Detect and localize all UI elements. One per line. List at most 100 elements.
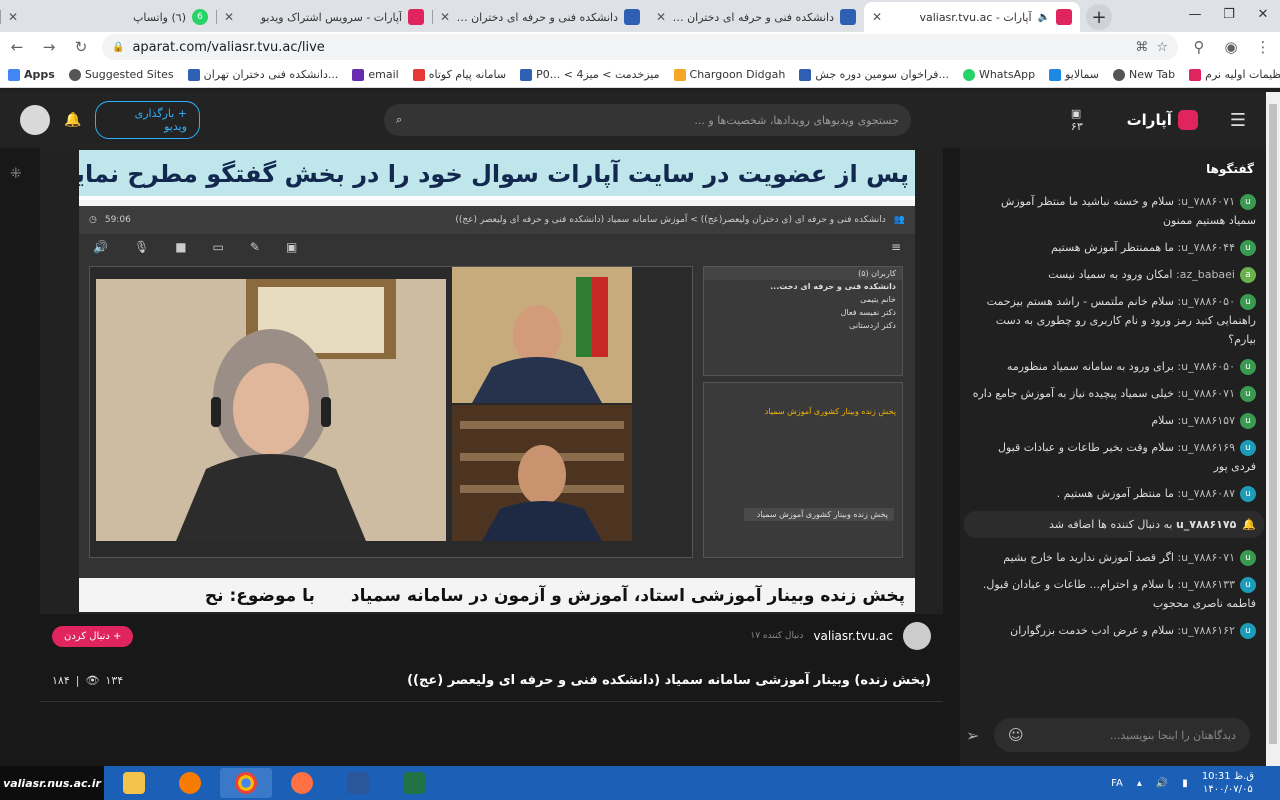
tray-arrow-icon[interactable]: ▴ [1137, 778, 1142, 789]
channel-info: ۱۷ دنبال کننده valiasr.tvu.ac [750, 622, 931, 650]
excel-button[interactable] [388, 768, 440, 798]
close-window-icon[interactable]: ✕ [1246, 0, 1280, 28]
participant-woman [96, 279, 446, 541]
upload-video-button[interactable]: + بارگذاری ویدیو [95, 101, 201, 139]
room-toolbar: 🔊 🎙 ■ ▭ ✎ ▣ ≡ [79, 234, 915, 260]
maximize-icon[interactable]: ❐ [1212, 0, 1246, 28]
page-scrollbar[interactable] [1266, 92, 1280, 766]
forward-icon[interactable]: → [38, 38, 60, 56]
translate-icon[interactable]: ⌘ [1135, 40, 1148, 55]
close-icon[interactable]: ✕ [8, 10, 18, 24]
chat-message: uu_۷۸۸۶۰۸۷: ما منتظر آموزش هستیم . [972, 484, 1256, 503]
room-topbar: 👥 دانشکده فنی و حرفه ای (ی دختران ولیعصر… [79, 206, 915, 234]
extensions-icon[interactable]: ⚲ [1188, 38, 1210, 56]
video-stats: ۱۸۴ | 👁 ۱۳۴ [52, 674, 124, 687]
user-avatar[interactable] [20, 105, 50, 135]
folder-icon [123, 772, 145, 794]
aparat-logo[interactable]: آپارات [1127, 110, 1198, 130]
app-button[interactable] [276, 768, 328, 798]
user-avatar-icon: u [1240, 240, 1256, 256]
search-input[interactable]: جستجوی ویدیوهای رویدادها، شخصیت‌ها و ...… [384, 104, 911, 136]
chat-input[interactable]: دیدگاهتان را اینجا بنویسید... ☺ [994, 718, 1250, 752]
close-icon[interactable]: ✕ [656, 10, 666, 24]
bookmark-apps[interactable]: Apps [8, 68, 55, 81]
minimize-icon[interactable]: — [1178, 0, 1212, 28]
channel-name[interactable]: valiasr.tvu.ac [813, 629, 893, 643]
back-icon[interactable]: ← [6, 38, 28, 56]
close-icon[interactable]: ✕ [224, 10, 234, 24]
new-tab-button[interactable]: + [1086, 4, 1112, 30]
search-icon[interactable]: ⌕ [396, 113, 402, 127]
close-icon[interactable]: ✕ [440, 10, 450, 24]
emoji-icon[interactable]: ☺ [1008, 726, 1024, 744]
bookmark-tvu-tehran[interactable]: دانشکده فنی دختران تهران... [187, 68, 338, 81]
tab-tvu-1[interactable]: دانشکده فنی و حرفه ای دختران ولیعصر(عج)✕ [432, 2, 648, 32]
chat-message: uu_۷۸۸۶۰۵۰: سلام خانم ملتمس - راشد هستم … [986, 294, 1256, 346]
participant-man-1 [452, 267, 632, 403]
user-avatar-icon: u [1240, 194, 1256, 210]
browser-tab-bar: 6 (٦) واتساپ ✕ آپارات - سرویس اشتراک ویدیو… [0, 0, 1280, 32]
scrollbar-thumb[interactable] [1269, 104, 1277, 744]
channel-row: + دنبال کردن ۱۷ دنبال کننده valiasr.tvu.… [40, 618, 943, 654]
stream-banner: پس از عضویت در سایت آپارات سوال خود را د… [79, 150, 915, 200]
bell-icon[interactable]: 🔔 [64, 112, 81, 128]
theater-mode-icon[interactable]: ⁜ [10, 166, 22, 182]
follow-button[interactable]: + دنبال کردن [52, 625, 134, 647]
file-explorer-button[interactable] [108, 768, 160, 798]
chat-message: uu_۷۸۸۶۱۵۷: سلام [972, 411, 1256, 430]
close-icon[interactable]: ✕ [872, 10, 882, 24]
bookmark-sms[interactable]: سامانه پیام کوتاه [412, 68, 506, 81]
bookmark-desk[interactable]: P0... < میزخدمت > میز4 [520, 68, 660, 81]
media-player-icon [179, 772, 201, 794]
meeting-icon [624, 9, 640, 25]
media-player-button[interactable] [164, 768, 216, 798]
bookmark-didgah[interactable]: Chargoon Didgah [673, 68, 785, 81]
star-icon[interactable]: ☆ [1156, 40, 1168, 55]
url-bar[interactable]: 🔒 aparat.com/valiasr.tvu.ac/live ⌘ ☆ [102, 34, 1178, 60]
menu-kebab-icon[interactable]: ⋮ [1252, 38, 1274, 56]
volume-icon[interactable]: 🔊 [1156, 778, 1168, 789]
bookmark-setup[interactable]: آموزش تنظیمات اولیه نرم... [1189, 68, 1280, 81]
network-icon[interactable]: ▮ [1182, 778, 1188, 789]
user-avatar-icon: u [1240, 623, 1256, 639]
reload-icon[interactable]: ↻ [70, 38, 92, 56]
excel-icon [403, 772, 425, 794]
video-grid [89, 266, 693, 558]
main-content: ⁜ پس از عضویت در سایت آپارات سوال خود را… [0, 148, 960, 766]
bookmark-suggested[interactable]: Suggested Sites [68, 68, 174, 81]
chrome-button[interactable] [220, 768, 272, 798]
bookmark-whatsapp[interactable]: WhatsApp [962, 68, 1035, 81]
send-icon[interactable]: ➢ [966, 726, 979, 745]
word-icon [347, 772, 369, 794]
bookmark-email[interactable]: email [352, 68, 399, 81]
views-count: ۱۳۴ [105, 674, 124, 687]
chat-message: uu_۷۸۸۶۱۳۳: با سلام و احترام... طاعات و … [982, 577, 1256, 610]
tab-aparat-home[interactable]: آپارات - سرویس اشتراک ویدیو ✕ [216, 2, 432, 32]
word-button[interactable] [332, 768, 384, 798]
language-indicator[interactable]: FA [1111, 778, 1123, 789]
clock-icon: ◷ [89, 215, 97, 225]
audio-icon[interactable]: 🔈 [1038, 12, 1050, 23]
hamburger-menu-icon[interactable]: ☰ [1230, 110, 1246, 131]
tab-tvu-2[interactable]: دانشکده فنی و حرفه ای دختران ولیعصر(عج)✕ [648, 2, 864, 32]
tab-whatsapp[interactable]: 6 (٦) واتساپ ✕ [0, 2, 216, 32]
user-avatar-icon: u [1240, 359, 1256, 375]
live-count[interactable]: ▣ ۶۳ [1071, 107, 1097, 133]
video-player[interactable]: پس از عضویت در سایت آپارات سوال خود را د… [40, 148, 943, 614]
aparat-icon [1056, 9, 1072, 25]
chat-messages: uu_۷۸۸۶۰۷۱: سلام و خسته نباشید ما منتظر … [964, 192, 1264, 648]
bookmark-newtab[interactable]: New Tab [1113, 68, 1175, 81]
bookmark-festival[interactable]: فراخوان سومین دوره جش... [799, 68, 949, 81]
profile-icon[interactable]: ◉ [1220, 38, 1242, 56]
user-avatar-icon: u [1240, 440, 1256, 456]
bookmark-samalive[interactable]: سمالایو [1049, 68, 1099, 81]
chat-message: uu_۷۸۸۶۱۶۹: سلام وقت بخیر طاعات و عبادات… [997, 440, 1256, 473]
user-avatar-icon: a [1240, 267, 1256, 283]
tab-aparat-live[interactable]: 🔈 آپارات - valiasr.tvu.ac ✕ [864, 2, 1080, 32]
clock[interactable]: 10:31 ق.ظ ۱۴۰۰/۰۷/۰۵ [1202, 770, 1254, 796]
user-avatar-icon: u [1240, 294, 1256, 310]
chat-message: uu_۷۸۸۶۰۷۱: اگر قصد آموزش ندارید ما خارج… [972, 548, 1256, 567]
chat-message: uu_۷۸۸۶۰۴۴: ما هممنتظر آموزش هستیم [972, 238, 1256, 257]
brand-logo: valiasr.nus.ac.ir [0, 766, 104, 800]
channel-avatar[interactable] [903, 622, 931, 650]
